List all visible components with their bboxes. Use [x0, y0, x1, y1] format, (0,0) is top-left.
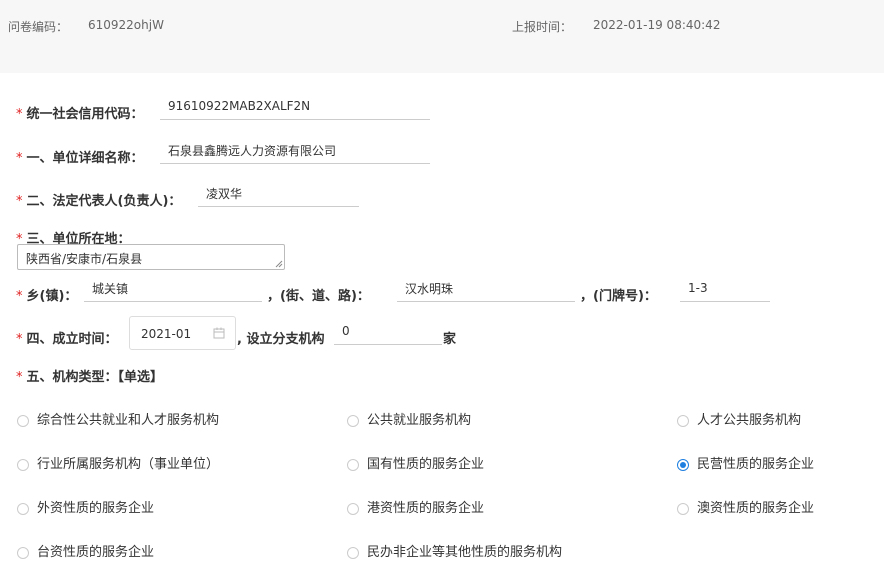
org-type-option[interactable]: 民营性质的服务企业: [677, 453, 814, 472]
option-label: 外资性质的服务企业: [37, 501, 155, 516]
house-no-input[interactable]: [680, 279, 770, 302]
radio-button[interactable]: [347, 459, 359, 471]
option-label: 澳资性质的服务企业: [697, 501, 815, 516]
radio-button[interactable]: [347, 503, 359, 515]
location-value: 陕西省/安康市/石泉县: [26, 252, 143, 266]
unit-name-label: 一、单位详细名称：: [26, 151, 144, 166]
radio-button-selected[interactable]: [677, 459, 689, 471]
legal-rep-input[interactable]: [198, 184, 359, 207]
org-type-option[interactable]: 行业所属服务机构（事业单位）: [17, 453, 219, 472]
org-type-option[interactable]: 国有性质的服务企业: [347, 453, 484, 472]
required-mark: *: [16, 289, 23, 304]
org-type-option[interactable]: 台资性质的服务企业: [17, 541, 154, 560]
required-mark: *: [16, 107, 23, 122]
established-label: 四、成立时间：: [26, 332, 118, 347]
option-label: 综合性公共就业和人才服务机构: [37, 413, 220, 428]
required-mark: *: [16, 194, 23, 209]
org-type-label: 五、机构类型：【单选】: [26, 370, 164, 385]
radio-button[interactable]: [17, 503, 29, 515]
survey-code-label: 问卷编码：: [8, 20, 69, 34]
option-label: 人才公共服务机构: [697, 413, 802, 428]
radio-button[interactable]: [347, 415, 359, 427]
legal-rep-row: * 二、法定代表人(负责人)：: [16, 190, 181, 209]
house-no-label: ，(门牌号)：: [580, 289, 657, 304]
town-input[interactable]: [84, 279, 262, 302]
credit-code-input[interactable]: [160, 97, 430, 120]
radio-button[interactable]: [17, 547, 29, 559]
org-type-row: * 五、机构类型：【单选】: [16, 366, 163, 385]
option-label: 民营性质的服务企业: [697, 457, 815, 472]
unit-name-row: * 一、单位详细名称：: [16, 147, 144, 166]
branches-unit: 家: [443, 332, 457, 347]
org-type-option[interactable]: 外资性质的服务企业: [17, 497, 154, 516]
required-mark: *: [16, 151, 23, 166]
org-type-option[interactable]: 公共就业服务机构: [347, 409, 471, 428]
org-type-option[interactable]: 澳资性质的服务企业: [677, 497, 814, 516]
credit-code-row: * 统一社会信用代码：: [16, 103, 144, 122]
branches-input[interactable]: [334, 322, 442, 345]
survey-code-value: 610922ohjW: [88, 18, 164, 32]
street-label: ，(街、道、路)：: [267, 289, 370, 304]
radio-button[interactable]: [677, 503, 689, 515]
town-label: 乡(镇)：: [26, 289, 78, 304]
survey-header: 问卷编码： 610922ohjW 上报时间： 2022-01-19 08:40:…: [0, 0, 884, 73]
report-time-value: 2022-01-19 08:40:42: [593, 18, 721, 32]
calendar-icon[interactable]: [213, 327, 225, 339]
org-type-option[interactable]: 综合性公共就业和人才服务机构: [17, 409, 219, 428]
option-label: 台资性质的服务企业: [37, 545, 155, 560]
required-mark: *: [16, 332, 23, 347]
org-type-option[interactable]: 人才公共服务机构: [677, 409, 801, 428]
branches-label: , 设立分支机构: [237, 332, 325, 347]
option-label: 国有性质的服务企业: [367, 457, 485, 472]
location-textarea[interactable]: 陕西省/安康市/石泉县: [17, 244, 285, 270]
option-label: 港资性质的服务企业: [367, 501, 485, 516]
radio-button[interactable]: [17, 415, 29, 427]
established-date-picker[interactable]: 2021-01: [129, 316, 236, 350]
org-type-option[interactable]: 港资性质的服务企业: [347, 497, 484, 516]
unit-name-input[interactable]: [160, 141, 430, 164]
option-label: 公共就业服务机构: [367, 413, 472, 428]
street-input[interactable]: [397, 279, 575, 302]
radio-button[interactable]: [17, 459, 29, 471]
town-row: * 乡(镇)：: [16, 285, 77, 304]
radio-button[interactable]: [347, 547, 359, 559]
established-date-value: 2021-01: [141, 327, 192, 341]
org-type-option[interactable]: 民办非企业等其他性质的服务机构: [347, 541, 562, 560]
radio-button[interactable]: [677, 415, 689, 427]
resize-grip-icon[interactable]: [275, 260, 283, 268]
legal-rep-label: 二、法定代表人(负责人)：: [26, 194, 182, 209]
credit-code-label: 统一社会信用代码：: [26, 107, 144, 122]
option-label: 民办非企业等其他性质的服务机构: [367, 545, 563, 560]
required-mark: *: [16, 370, 23, 385]
option-label: 行业所属服务机构（事业单位）: [37, 457, 220, 472]
established-row: * 四、成立时间：: [16, 328, 118, 347]
report-time-label: 上报时间：: [512, 20, 573, 34]
